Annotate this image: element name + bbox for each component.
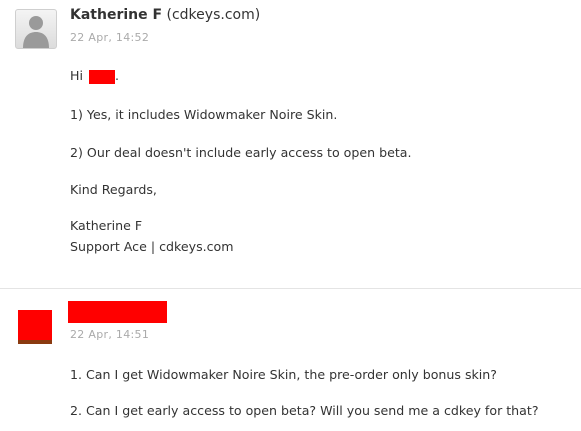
author-org: (cdkeys.com)	[166, 7, 261, 23]
greeting-line: Hi .	[70, 68, 120, 84]
question-line-1: 1. Can I get Widowmaker Noire Skin, the …	[70, 367, 497, 382]
default-avatar-icon	[15, 9, 57, 49]
message-timestamp: 22 Apr, 14:51	[70, 328, 150, 341]
greeting-text: Hi	[70, 68, 83, 83]
redacted-name	[89, 69, 115, 84]
signature-title: Support Ace | cdkeys.com	[70, 239, 234, 254]
closing-line: Kind Regards,	[70, 182, 157, 197]
author-name: Katherine F	[70, 7, 163, 23]
message-author: Katherine F (cdkeys.com)	[70, 7, 260, 23]
signature-name: Katherine F	[70, 218, 143, 233]
question-line-2: 2. Can I get early access to open beta? …	[70, 403, 539, 418]
avatar-strip	[18, 340, 52, 344]
reply-line-2: 2) Our deal doesn't include early access…	[70, 145, 412, 160]
redacted-avatar	[18, 310, 52, 344]
redacted-author-name	[68, 301, 167, 323]
message-divider	[0, 288, 581, 289]
message-timestamp: 22 Apr, 14:52	[70, 31, 150, 44]
reply-line-1: 1) Yes, it includes Widowmaker Noire Ski…	[70, 107, 338, 122]
